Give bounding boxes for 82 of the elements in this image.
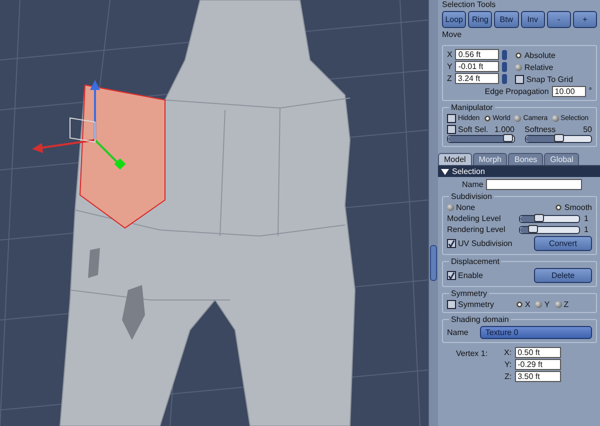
slider-value: 1: [584, 225, 590, 234]
checkbox[interactable]: [447, 300, 456, 309]
field-label: Name: [462, 180, 484, 189]
section-header[interactable]: Selection: [438, 166, 600, 177]
tool-button[interactable]: Inv: [520, 11, 545, 28]
group-title: Displacement: [449, 257, 502, 266]
section-title: Move: [442, 30, 463, 39]
slider-value: 1: [584, 214, 590, 223]
checkbox[interactable]: [447, 239, 456, 248]
radio-label: Smooth: [564, 203, 592, 212]
coordinate-field[interactable]: 3.50 ft: [514, 371, 561, 382]
group-title: Symmetry: [449, 289, 489, 298]
coordinate-field[interactable]: 3.24 ft: [454, 73, 499, 84]
coordinate-field[interactable]: 0.56 ft: [455, 49, 500, 60]
radio-button[interactable]: [554, 301, 562, 308]
radio-label: Y: [544, 300, 550, 309]
group-title: Subdivision: [449, 192, 494, 201]
coordinate-field[interactable]: -0.29 ft: [514, 359, 561, 370]
checkbox[interactable]: [515, 75, 524, 84]
checkbox[interactable]: [447, 271, 456, 280]
slider-label: Softness: [524, 125, 556, 134]
checkbox-label: Enable: [458, 271, 483, 280]
slider[interactable]: [524, 135, 592, 143]
radio-button[interactable]: [514, 115, 522, 122]
group-title: Manipulator: [449, 103, 495, 112]
3d-viewport-drawing[interactable]: [0, 0, 428, 426]
checkbox-label: Soft Sel.: [458, 125, 488, 134]
tab[interactable]: Bones: [508, 153, 544, 165]
axis-label: X:: [503, 348, 512, 357]
radio-button[interactable]: [447, 204, 454, 211]
slider-value: 1.000: [494, 125, 514, 134]
axis-label: Y:: [503, 360, 512, 369]
tab[interactable]: Global: [544, 153, 580, 165]
checkbox-label: Snap To Grid: [526, 75, 573, 84]
axis-label: Z: [447, 74, 452, 83]
delete-button[interactable]: Delete: [534, 268, 592, 283]
radio-button[interactable]: [516, 301, 523, 308]
tab[interactable]: Model: [438, 153, 472, 165]
slider[interactable]: [519, 214, 580, 222]
radio-label: None: [456, 203, 476, 212]
radio-label: Relative: [524, 63, 554, 72]
checkbox-label: Symmetry: [458, 300, 494, 309]
radio-button[interactable]: [552, 115, 559, 122]
convert-button[interactable]: Convert: [534, 236, 592, 251]
slider[interactable]: [447, 135, 514, 143]
checkbox-label: UV Subdivision: [458, 239, 512, 248]
radio-button[interactable]: [484, 115, 491, 122]
coordinate-field[interactable]: 0.50 ft: [514, 347, 561, 358]
edge-propagation-field[interactable]: 10.00: [552, 86, 586, 97]
collapse-triangle-icon: [441, 168, 449, 174]
radio-button[interactable]: [515, 52, 522, 59]
tool-button[interactable]: Loop: [442, 11, 466, 28]
radio-button[interactable]: [555, 204, 562, 211]
axis-label: Z:: [503, 372, 512, 381]
tool-button[interactable]: Ring: [468, 11, 492, 28]
axis-label: X: [447, 50, 452, 59]
radio-label: Z: [564, 300, 569, 309]
texture-dropdown[interactable]: Texture 0: [480, 326, 592, 339]
slider-value: 50: [583, 125, 592, 134]
radio-label: X: [525, 300, 530, 309]
slider-label: Modeling Level: [447, 214, 502, 223]
slider[interactable]: [519, 226, 580, 234]
coordinate-field[interactable]: -0.01 ft: [455, 61, 500, 72]
checkbox[interactable]: [447, 125, 456, 134]
section-title: Selection Tools: [442, 0, 497, 9]
vertex-label: Vertex 1:: [456, 348, 488, 360]
slider-label: Rendering Level: [447, 225, 506, 234]
axis-label: Y: [447, 62, 452, 71]
panel-grip[interactable]: [430, 245, 437, 281]
checkbox[interactable]: [447, 114, 456, 123]
field-label: Edge Propagation: [484, 87, 549, 96]
radio-button[interactable]: [535, 301, 542, 308]
tab[interactable]: Morph: [472, 153, 508, 165]
tool-button[interactable]: -: [546, 11, 571, 28]
unit-label: °: [588, 86, 592, 95]
tool-button[interactable]: Btw: [494, 11, 519, 28]
group-title: Shading domain: [449, 315, 511, 324]
field-label: Name: [447, 328, 468, 337]
name-field[interactable]: [486, 179, 582, 190]
radio-button[interactable]: [515, 64, 522, 71]
tool-button[interactable]: +: [572, 11, 598, 28]
radio-label: Absolute: [524, 51, 556, 60]
